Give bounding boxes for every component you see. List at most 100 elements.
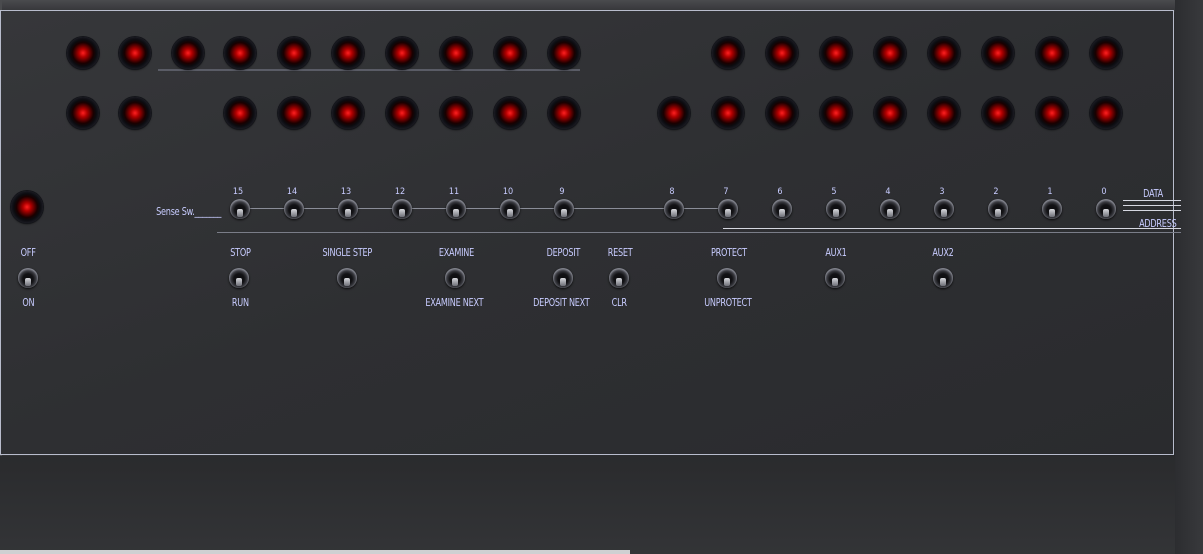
address-bus-line — [723, 228, 1181, 229]
power-switch[interactable] — [18, 268, 38, 288]
data-bus-line-1 — [1123, 200, 1181, 201]
address-switch-9[interactable] — [554, 199, 574, 219]
bit-number-4: 4 — [885, 187, 891, 197]
address-led-10 — [494, 97, 526, 129]
bit-number-11: 11 — [448, 187, 460, 197]
address-switch-1[interactable] — [1042, 199, 1062, 219]
data-led-3 — [928, 37, 960, 69]
address-led-2 — [982, 97, 1014, 129]
address-led-7 — [712, 97, 744, 129]
run-label: RUN — [231, 296, 249, 309]
reset-clr-switch[interactable] — [609, 268, 629, 288]
data-led-1 — [1036, 37, 1068, 69]
status-led-1 — [67, 37, 99, 69]
examine-next-label: EXAMINE NEXT — [425, 296, 484, 309]
address-led-8 — [658, 97, 690, 129]
address-led-5 — [820, 97, 852, 129]
bit-number-15: 15 — [232, 187, 244, 197]
status-led-6 — [332, 37, 364, 69]
bit-number-14: 14 — [286, 187, 298, 197]
deposit-next-label: DEPOSIT NEXT — [533, 296, 590, 309]
data-led-0 — [1090, 37, 1122, 69]
sense-switch-label: Sense Sw._______ — [156, 205, 222, 218]
address-switch-8[interactable] — [664, 199, 684, 219]
prot-led — [119, 97, 151, 129]
data-bus-line-2 — [1123, 205, 1181, 206]
power-led — [11, 191, 43, 223]
bit-number-7: 7 — [723, 187, 729, 197]
address-led-11 — [440, 97, 472, 129]
unprotect-label: UNPROTECT — [704, 296, 752, 309]
reset-label: RESET — [607, 246, 633, 259]
bit-number-12: 12 — [394, 187, 406, 197]
status-led-9 — [494, 37, 526, 69]
address-switch-7[interactable] — [718, 199, 738, 219]
address-led-4 — [874, 97, 906, 129]
bit-number-1: 1 — [1047, 187, 1053, 197]
address-switch-3[interactable] — [934, 199, 954, 219]
status-led-underline — [158, 69, 580, 71]
status-led-10 — [548, 37, 580, 69]
address-switch-6[interactable] — [772, 199, 792, 219]
single-step-switch[interactable] — [337, 268, 357, 288]
address-switch-5[interactable] — [826, 199, 846, 219]
bit-number-10: 10 — [502, 187, 514, 197]
status-led-8 — [440, 37, 472, 69]
bit-number-3: 3 — [939, 187, 945, 197]
front-panel-frame: Sense Sw._______ 15 14 13 12 11 10 9 8 7… — [0, 0, 1203, 554]
data-led-6 — [766, 37, 798, 69]
address-led-3 — [928, 97, 960, 129]
bit-number-6: 6 — [777, 187, 783, 197]
aux2-switch[interactable] — [933, 268, 953, 288]
status-led-5 — [278, 37, 310, 69]
address-switch-10[interactable] — [500, 199, 520, 219]
address-led-12 — [386, 97, 418, 129]
protect-switch[interactable] — [717, 268, 737, 288]
sense-switch-bus-line — [241, 208, 729, 209]
address-switch-12[interactable] — [392, 199, 412, 219]
control-panel: Sense Sw._______ 15 14 13 12 11 10 9 8 7… — [0, 10, 1181, 455]
examine-label: EXAMINE — [438, 246, 474, 259]
address-switch-2[interactable] — [988, 199, 1008, 219]
address-led-13 — [332, 97, 364, 129]
address-label: ADDRESS — [1139, 217, 1177, 230]
inte-led — [67, 97, 99, 129]
stop-run-switch[interactable] — [229, 268, 249, 288]
data-led-4 — [874, 37, 906, 69]
data-led-7 — [712, 37, 744, 69]
frame-right-bevel — [1175, 0, 1203, 554]
off-label: OFF — [20, 246, 36, 259]
bit-number-2: 2 — [993, 187, 999, 197]
data-bus-line-3 — [1123, 210, 1181, 211]
address-led-6 — [766, 97, 798, 129]
status-led-4 — [224, 37, 256, 69]
bit-number-9: 9 — [559, 187, 565, 197]
aux1-switch[interactable] — [825, 268, 845, 288]
status-led-3 — [172, 37, 204, 69]
address-led-14 — [278, 97, 310, 129]
bit-number-0: 0 — [1101, 187, 1107, 197]
data-label: DATA — [1143, 187, 1163, 200]
on-label: ON — [22, 296, 35, 309]
clr-label: CLR — [611, 296, 627, 309]
address-switch-11[interactable] — [446, 199, 466, 219]
address-led-9 — [548, 97, 580, 129]
address-led-0 — [1090, 97, 1122, 129]
address-divider-line — [217, 232, 1181, 233]
address-switch-13[interactable] — [338, 199, 358, 219]
status-led-7 — [386, 37, 418, 69]
examine-switch[interactable] — [445, 268, 465, 288]
deposit-switch[interactable] — [553, 268, 573, 288]
aux1-label: AUX1 — [825, 246, 847, 259]
address-switch-15[interactable] — [230, 199, 250, 219]
status-led-2 — [119, 37, 151, 69]
aux2-label: AUX2 — [932, 246, 954, 259]
deposit-label: DEPOSIT — [546, 246, 581, 259]
address-led-15 — [224, 97, 256, 129]
bit-number-8: 8 — [669, 187, 675, 197]
address-switch-4[interactable] — [880, 199, 900, 219]
stop-label: STOP — [230, 246, 251, 259]
data-led-5 — [820, 37, 852, 69]
address-switch-14[interactable] — [284, 199, 304, 219]
address-switch-0[interactable] — [1096, 199, 1116, 219]
